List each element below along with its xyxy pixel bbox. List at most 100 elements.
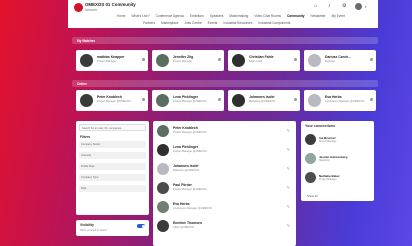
my-matches-header — [72, 37, 378, 44]
subnav-item[interactable]: Partners — [143, 21, 155, 25]
list-item[interactable]: Emeline Thomsen Sales @OMEXOS ✎ — [157, 219, 292, 234]
person-name: Paul Förder — [173, 183, 192, 187]
profile-card[interactable]: Peter Knoblech Project Manager @OMEXOS — [76, 90, 148, 111]
subnav-item[interactable]: Jobs Centre — [184, 21, 201, 25]
avatar — [305, 153, 316, 164]
primary-nav: Home What's Live? Conference Agenda Exhibit… — [117, 14, 345, 18]
list-item[interactable]: Paul Förder Project Manager @OMEXOS ✎ — [157, 181, 292, 196]
more-dots-icon[interactable] — [142, 58, 145, 61]
profile-desc: Project Manager @OMEXOS — [173, 100, 207, 103]
avatar — [157, 220, 169, 232]
more-dots-icon[interactable] — [142, 98, 145, 101]
profile-name: Peter Knoblech — [97, 95, 122, 99]
avatar — [80, 54, 93, 67]
filters-title: Filters — [80, 135, 91, 139]
profile-desc: Project Manager — [173, 60, 193, 63]
person-name: Johannes Isolei — [173, 164, 199, 168]
avatar — [156, 94, 169, 107]
profile-name: Christian Fahle — [249, 55, 274, 59]
profile-name: Jennifer Ziig — [173, 55, 194, 59]
chat-icon[interactable]: ✎ — [287, 185, 290, 190]
profile-card[interactable]: Jennifer Ziig Project Manager — [152, 50, 224, 71]
notification-bell-icon[interactable]: ♪ — [328, 3, 331, 9]
profile-name: Dariusz Czech... — [325, 55, 352, 59]
home-icon[interactable]: ⌂ — [314, 3, 317, 9]
nav-item[interactable]: Matchmaking — [229, 14, 248, 18]
more-dots-icon[interactable] — [370, 58, 373, 61]
profile-desc: Marketing @OMEXOS — [249, 100, 276, 103]
connections-title: Your connections — [305, 124, 336, 128]
brand-logo-icon[interactable] — [74, 3, 83, 12]
online-header — [72, 80, 378, 87]
secondary-nav: Partners Marketplace Jobs Centre Events Indu… — [143, 21, 290, 25]
settings-icon[interactable]: ⚙ — [342, 3, 346, 9]
show-all-link[interactable]: Show all — [307, 194, 318, 198]
subnav-item[interactable]: Events — [208, 21, 218, 25]
nav-item[interactable]: Exhibitors — [190, 14, 204, 18]
avatar — [308, 54, 321, 67]
connection-item[interactable]: Nathalie Baker Project Manager — [305, 172, 371, 186]
filter-dropdown[interactable]: Company Type — [79, 174, 146, 181]
connection-item[interactable]: Jasmin Ganzenberg Marketing — [305, 153, 371, 167]
person-name: Lena Pieklinger — [173, 145, 199, 149]
profile-card[interactable]: Johannes Isolei Marketing @OMEXOS — [228, 90, 300, 111]
chat-icon[interactable]: ✎ — [287, 204, 290, 209]
app-subtitle: Network — [85, 8, 98, 12]
online-title: Online — [77, 82, 87, 86]
more-dots-icon[interactable] — [218, 58, 221, 61]
list-item[interactable]: Johannes Isolei Marketing @OMEXOS ✎ — [157, 162, 292, 177]
filter-dropdown[interactable]: Company Sector — [79, 141, 146, 148]
visibility-title: Visibility — [80, 223, 94, 227]
nav-item[interactable]: Speakers — [210, 14, 223, 18]
avatar — [157, 182, 169, 194]
profile-card[interactable]: Lena Pieklinger Project Manager @OMEXOS — [152, 90, 224, 111]
profile-card[interactable]: Dariusz Czech... Engineer — [304, 50, 376, 71]
nav-item[interactable]: Video Chat Rooms — [254, 14, 281, 18]
chat-icon[interactable]: ✎ — [287, 223, 290, 228]
more-dots-icon[interactable] — [370, 98, 373, 101]
profile-name: Lena Pieklinger — [173, 95, 199, 99]
nav-item[interactable]: Newsletter — [311, 14, 326, 18]
nav-item[interactable]: What's Live? — [132, 14, 150, 18]
avatar — [157, 125, 169, 137]
visibility-desc: Show yourself to others — [80, 229, 108, 232]
nav-item[interactable]: Home — [117, 14, 126, 18]
profile-desc: Project Manager — [97, 60, 117, 63]
filter-dropdown[interactable]: Role — [79, 185, 146, 192]
subnav-item[interactable]: Marketplace — [161, 21, 178, 25]
list-item[interactable]: Lena Pieklinger Project Manager @OMEXOS ✎ — [157, 143, 292, 158]
search-input[interactable]: Search for an user, ID, companies... — [79, 124, 146, 131]
person-desc: Project Manager @OMEXOS — [173, 188, 207, 191]
more-dots-icon[interactable] — [294, 58, 297, 61]
subnav-item[interactable]: Industrial Components — [258, 21, 290, 25]
subnav-item[interactable]: Industrial Resources — [223, 21, 252, 25]
profile-name: Eva Herbs — [325, 95, 342, 99]
chat-icon[interactable]: ✎ — [287, 166, 290, 171]
more-dots-icon[interactable] — [294, 98, 297, 101]
profile-card[interactable]: Eva Herbs Conference Manager @OMEXOS — [304, 90, 376, 111]
more-dots-icon[interactable] — [218, 98, 221, 101]
user-avatar[interactable] — [355, 3, 362, 10]
visibility-toggle[interactable] — [137, 224, 145, 228]
nav-item[interactable]: My Event — [332, 14, 345, 18]
nav-item[interactable]: Community — [287, 14, 305, 18]
chevron-down-icon[interactable]: ▾ — [365, 5, 367, 9]
secondary-nav-bar: Partners Marketplace Jobs Centre Events Indu… — [68, 20, 378, 28]
profile-card[interactable]: Christian Fahle Sales Lead — [228, 50, 300, 71]
filter-dropdown[interactable]: Profile Role — [79, 163, 146, 170]
nav-item[interactable]: Conference Agenda — [156, 14, 184, 18]
connection-desc: Project Manager — [319, 140, 337, 143]
filter-dropdown[interactable]: Interests — [79, 152, 146, 159]
chat-icon[interactable]: ✎ — [287, 147, 290, 152]
avatar — [156, 54, 169, 67]
profile-card[interactable]: mathias Knapper Project Manager — [76, 50, 148, 71]
person-desc: Sales @OMEXOS — [173, 226, 195, 229]
profile-desc: Project Manager @OMEXOS — [97, 100, 131, 103]
avatar — [305, 172, 316, 183]
list-item[interactable]: Peter Knoblech Project Manager @OMEXOS ✎ — [157, 124, 292, 139]
connection-item[interactable]: Ina Brunner Project Manager — [305, 134, 371, 148]
profile-desc: Conference Manager @OMEXOS — [325, 100, 365, 103]
chat-icon[interactable]: ✎ — [287, 128, 290, 133]
list-item[interactable]: Eva Herbs Conference Manager @OMEXOS ✎ — [157, 200, 292, 215]
header: OMEXOS 01 Community Network ⌂ ♪ ⚙ ▾ Home… — [68, 0, 378, 22]
